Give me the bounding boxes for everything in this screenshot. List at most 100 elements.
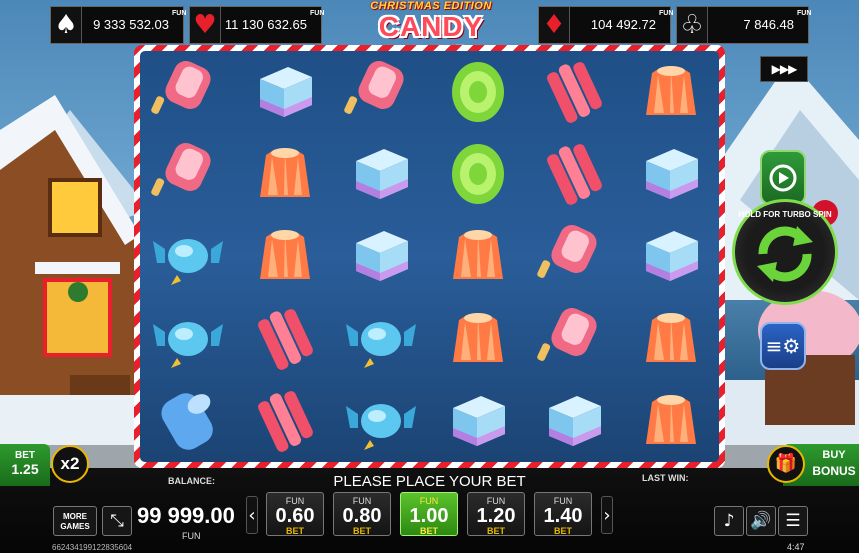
reel-symbol-ribbon	[526, 133, 623, 215]
bet-option-value: 0.80	[342, 505, 382, 527]
popsicle-icon	[537, 307, 597, 361]
spin-button[interactable]: HOLD FOR TURBO SPIN	[732, 199, 838, 305]
jelly-icon	[645, 394, 696, 444]
jelly-icon	[645, 312, 696, 362]
wrapped-icon	[346, 321, 417, 368]
diamond-icon: ♦	[539, 7, 570, 43]
jelly-icon	[452, 230, 503, 280]
spade-icon: ♠	[51, 7, 82, 43]
bet-next-button[interactable]: ›	[601, 496, 613, 534]
fullscreen-icon[interactable]: ⤡	[102, 506, 132, 536]
bet-option[interactable]: FUN 1.00 BET	[400, 492, 458, 536]
jelly-icon	[452, 312, 503, 362]
roll-icon	[161, 393, 214, 450]
more-games-button[interactable]: MORE GAMES	[53, 506, 97, 536]
jackpot-amount: 104 492.72	[590, 17, 656, 32]
bet-option-label: BET	[353, 526, 371, 536]
buy-label: BUY	[822, 449, 846, 461]
jackpot-amount: 11 130 632.65	[224, 17, 307, 32]
jelly-icon	[645, 66, 696, 116]
bet-option[interactable]: FUN 0.80 BET	[333, 492, 391, 536]
jackpot-amount: 7 846.48	[743, 17, 794, 32]
ribbon-icon	[547, 144, 603, 206]
reel-symbol-jelly	[623, 380, 720, 462]
replay-icon	[769, 164, 797, 192]
reel-symbol-ribbon	[237, 298, 334, 380]
bet-option[interactable]: FUN 1.40 BET	[534, 492, 592, 536]
reel-symbol-cube	[623, 215, 720, 297]
currency-tag: FUN	[310, 10, 325, 17]
currency-tag: FUN	[797, 10, 812, 17]
reel-symbol-popsicle	[526, 298, 623, 380]
reel-symbol-popsicle	[140, 51, 237, 133]
cube-icon	[645, 149, 698, 200]
bet-option-label: BET	[420, 526, 438, 536]
wrapped-icon	[346, 403, 417, 450]
bet-option[interactable]: FUN 0.60 BET	[266, 492, 324, 536]
cube-icon	[645, 231, 698, 282]
menu-icon[interactable]: ☰	[778, 506, 808, 536]
reel-symbol-jelly	[430, 298, 527, 380]
ribbon-icon	[257, 308, 313, 370]
swirl-icon	[451, 144, 504, 205]
cube-icon	[549, 395, 602, 446]
last-win-label: LAST WIN:	[642, 473, 689, 483]
bet-prev-button[interactable]: ‹	[246, 496, 258, 534]
ribbon-icon	[257, 391, 313, 452]
cube-icon	[259, 67, 312, 118]
wrapped-icon	[153, 321, 224, 368]
autoplay-button[interactable]	[760, 150, 806, 205]
reel-symbol-popsicle	[333, 51, 430, 133]
popsicle-icon	[344, 61, 404, 115]
settings-button[interactable]: ≡⚙	[760, 322, 806, 370]
jackpot-clubs: ♧ 7 846.48 FUN	[676, 6, 812, 44]
jackpot-diamonds: ♦ 104 492.72 FUN	[538, 6, 674, 44]
ribbon-icon	[547, 62, 603, 123]
reel-symbol-wrapped	[333, 380, 430, 462]
sound-icon[interactable]: 🔊	[746, 506, 776, 536]
more-games-line2: GAMES	[60, 522, 90, 531]
bet-option[interactable]: FUN 1.20 BET	[467, 492, 525, 536]
bet-option-value: 1.00	[409, 505, 449, 527]
currency-tag: FUN	[172, 10, 187, 17]
reel-symbol-popsicle	[526, 215, 623, 297]
reel-frame	[134, 45, 725, 468]
reel-symbol-cube	[623, 133, 720, 215]
reel-symbol-jelly	[237, 215, 334, 297]
reel-symbol-popsicle	[140, 133, 237, 215]
bet-option-value: 1.40	[543, 505, 583, 527]
cube-icon	[356, 231, 409, 282]
reel-symbol-ribbon	[237, 380, 334, 462]
reel-symbol-jelly	[430, 215, 527, 297]
reel-symbol-wrapped	[140, 298, 237, 380]
clock: 4:47	[787, 542, 805, 552]
balance-label: BALANCE:	[168, 476, 215, 486]
popsicle-icon	[151, 61, 211, 115]
reel-symbol-cube	[430, 380, 527, 462]
reel-symbol-wrapped	[140, 215, 237, 297]
reel-symbol-cube	[237, 51, 334, 133]
balance-currency: FUN	[182, 531, 201, 541]
popsicle-icon	[151, 143, 211, 197]
reel-symbol-swirl	[430, 51, 527, 133]
reel-symbol-ribbon	[526, 51, 623, 133]
music-icon[interactable]: ♪	[714, 506, 744, 536]
reel-symbol-swirl	[430, 133, 527, 215]
reel-symbol-jelly	[237, 133, 334, 215]
club-icon: ♧	[677, 7, 708, 43]
heart-icon: ♥	[190, 7, 221, 43]
reel-symbol-roll	[140, 380, 237, 462]
wrapped-icon	[153, 239, 224, 286]
jackpot-hearts: ♥ 11 130 632.65 FUN	[189, 6, 325, 44]
cube-icon	[452, 395, 505, 446]
currency-tag: FUN	[659, 10, 674, 17]
session-id: 662434199122835604	[52, 543, 133, 552]
reel-symbol-cube	[333, 133, 430, 215]
bet-option-value: 0.60	[275, 505, 315, 527]
fast-forward-icon[interactable]: ▶▶▶	[760, 56, 808, 82]
balance-value: 99 999.00	[137, 503, 235, 528]
cube-icon	[356, 149, 409, 200]
jelly-icon	[259, 148, 310, 198]
swirl-icon	[451, 62, 504, 123]
bet-option-value: 1.20	[476, 505, 516, 527]
